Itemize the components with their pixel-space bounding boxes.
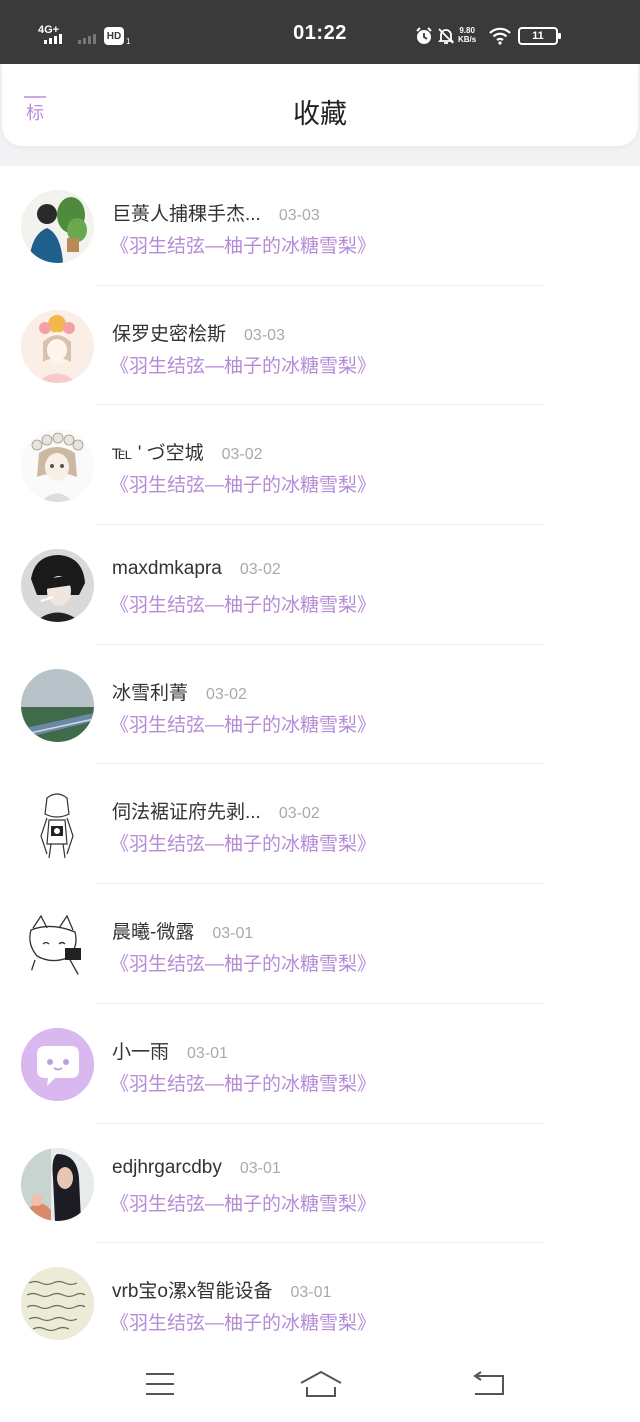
avatar[interactable] — [21, 190, 94, 263]
book-title[interactable]: 《羽生结弦—柚子的冰糖雪梨》 — [110, 351, 376, 378]
book-title[interactable]: 《羽生结弦—柚子的冰糖雪梨》 — [110, 590, 376, 617]
user-name-text: ℡ ' づ空城 — [112, 443, 204, 465]
user-name: edjhrgarcdby 03-01 — [112, 1157, 281, 1179]
list-item[interactable]: maxdmkapra 03-02 《羽生结弦—柚子的冰糖雪梨》 — [0, 525, 640, 645]
date: 03-02 — [239, 561, 281, 579]
list-item[interactable]: 伺法裾证府先剥... 03-02 《羽生结弦—柚子的冰糖雪梨》 — [0, 764, 640, 885]
date: 03-02 — [206, 685, 247, 703]
favorites-list: 巨蒉人捕稞手杰... 03-03 《羽生结弦—柚子的冰糖雪梨》 保罗史密桧斯 03-… — [0, 166, 640, 1363]
book-title[interactable]: 《羽生结弦—柚子的冰糖雪梨》 — [110, 710, 376, 737]
avatar[interactable] — [21, 309, 94, 383]
speed-unit: KB/s — [458, 35, 477, 44]
date: 03-02 — [278, 805, 320, 823]
avatar[interactable] — [21, 788, 94, 862]
list-item[interactable]: vrb宝o漯x智能设备 03-01 《羽生结弦—柚子的冰糖雪梨》 — [0, 1243, 640, 1363]
menu-icon — [146, 1373, 174, 1395]
user-name-text: 伺法裾证府先剥... — [112, 802, 261, 824]
back-icon — [473, 1371, 504, 1395]
user-name-text: 小一雨 — [112, 1041, 170, 1063]
list-item[interactable]: 小一雨 03-01 《羽生结弦—柚子的冰糖雪梨》 — [0, 1004, 640, 1124]
book-title[interactable]: 《羽生结弦—柚子的冰糖雪梨》 — [110, 1189, 376, 1216]
avatar[interactable] — [21, 1267, 94, 1341]
list-item[interactable]: ℡ ' づ空城 03-02 《羽生结弦—柚子的冰糖雪梨》 — [0, 405, 640, 526]
user-name: 巨蒉人捕稞手杰... 03-03 — [112, 199, 320, 226]
page-title: 收藏 — [293, 99, 347, 129]
network-speed: 9.80 KB/s — [458, 26, 476, 44]
user-name-text: 晨曦-微露 — [112, 922, 195, 944]
battery-icon: 11 — [518, 27, 561, 45]
user-name-text: edjhrgarcdby — [112, 1156, 222, 1178]
book-title[interactable]: 《羽生结弦—柚子的冰糖雪梨》 — [110, 949, 376, 976]
speed-value: 9.80 — [459, 26, 475, 35]
menu-button[interactable] — [140, 1366, 180, 1402]
book-title[interactable]: 《羽生结弦—柚子的冰糖雪梨》 — [110, 1308, 376, 1335]
user-name: maxdmkapra 03-02 — [112, 558, 281, 580]
avatar[interactable] — [21, 908, 94, 982]
date: 03-01 — [239, 1159, 281, 1177]
date: 03-03 — [278, 207, 320, 224]
date: 03-01 — [187, 1044, 228, 1062]
navigation-bar — [0, 1350, 640, 1422]
user-name: vrb宝o漯x智能设备 03-01 — [112, 1276, 331, 1303]
avatar[interactable] — [21, 429, 94, 503]
user-name: 冰雪利菁 03-02 — [112, 678, 247, 705]
status-bar: 4G+ HD 1 01:22 9.80 KB/s 11 — [0, 0, 640, 64]
list-item[interactable]: 巨蒉人捕稞手杰... 03-03 《羽生结弦—柚子的冰糖雪梨》 — [0, 166, 640, 286]
list-item[interactable]: 晨曦-微露 03-01 《羽生结弦—柚子的冰糖雪梨》 — [0, 884, 640, 1004]
list-item[interactable]: 冰雪利菁 03-02 《羽生结弦—柚子的冰糖雪梨》 — [0, 645, 640, 765]
avatar[interactable] — [21, 1147, 94, 1221]
wifi-icon — [489, 27, 511, 45]
user-name: 晨曦-微露 03-01 — [112, 917, 253, 944]
battery-level: 11 — [532, 30, 544, 42]
user-name-text: 保罗史密桧斯 — [112, 323, 227, 345]
avatar[interactable] — [21, 549, 94, 623]
mute-icon — [437, 28, 455, 44]
user-name: 保罗史密桧斯 03-03 — [112, 319, 285, 346]
book-title[interactable]: 《羽生结弦—柚子的冰糖雪梨》 — [110, 470, 376, 497]
date: 03-02 — [221, 446, 263, 464]
home-button[interactable] — [298, 1366, 344, 1402]
user-name-text: 冰雪利菁 — [112, 682, 189, 704]
user-name: ℡ ' づ空城 03-02 — [112, 438, 263, 465]
date: 03-01 — [290, 1284, 332, 1302]
home-icon — [300, 1370, 342, 1397]
user-name-text: maxdmkapra — [112, 558, 222, 580]
date: 03-01 — [212, 925, 254, 943]
alarm-icon — [416, 27, 432, 44]
user-name-text: 巨蒉人捕稞手杰... — [112, 204, 261, 225]
list-item[interactable]: 保罗史密桧斯 03-03 《羽生结弦—柚子的冰糖雪梨》 — [0, 286, 640, 406]
book-title[interactable]: 《羽生结弦—柚子的冰糖雪梨》 — [110, 829, 376, 856]
user-name: 小一雨 03-01 — [112, 1037, 228, 1064]
list-item[interactable]: edjhrgarcdby 03-01 《羽生结弦—柚子的冰糖雪梨》 — [0, 1124, 640, 1244]
back-nav-button[interactable] — [468, 1366, 508, 1402]
avatar[interactable] — [21, 668, 94, 742]
avatar[interactable] — [21, 1027, 94, 1101]
date: 03-03 — [244, 326, 285, 344]
book-title[interactable]: 《羽生结弦—柚子的冰糖雪梨》 — [110, 1069, 376, 1096]
book-title[interactable]: 《羽生结弦—柚子的冰糖雪梨》 — [110, 231, 376, 258]
user-name-text: vrb宝o漯x智能设备 — [112, 1281, 273, 1303]
user-name: 伺法裾证府先剥... 03-02 — [112, 797, 320, 824]
